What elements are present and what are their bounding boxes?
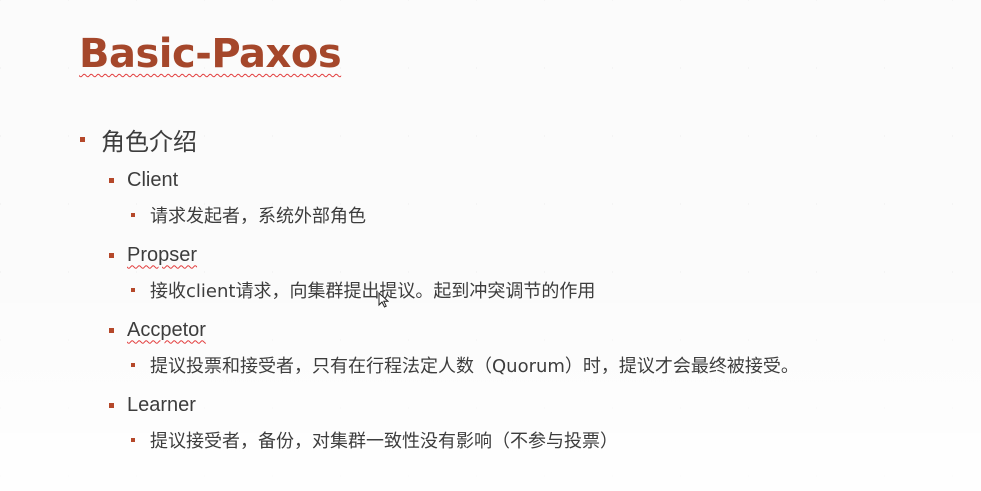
role-desc-learner: 提议接受者，备份，对集群一致性没有影响（不参与投票） [131,427,618,453]
role-desc-text: 提议投票和接受者，只有在行程法定人数（Quorum）时，提议才会最终被接受。 [150,356,799,377]
section-heading-text: 角色介绍 [101,127,197,156]
slide-title: Basic-Paxos [79,31,342,77]
bullet-marker [109,402,114,408]
bullet-marker [109,177,114,183]
role-desc-text: 请求发起者，系统外部角色 [150,206,366,227]
role-desc-text: 接收client请求，向集群提出提议。起到冲突调节的作用 [150,281,596,302]
role-desc-text: 提议接受者，备份，对集群一致性没有影响（不参与投票） [150,431,618,452]
bullet-marker [131,438,135,442]
role-desc-accpetor: 提议投票和接受者，只有在行程法定人数（Quorum）时，提议才会最终被接受。 [131,352,799,378]
role-item-accpetor: Accpetor [109,316,206,344]
role-desc-client: 请求发起者，系统外部角色 [131,202,366,228]
role-name: Accpetor [127,318,206,341]
role-item-learner: Learner [109,391,196,419]
bullet-marker [109,252,114,258]
bullet-marker [131,363,135,367]
mouse-cursor-icon [378,292,389,308]
bullet-marker [131,213,135,217]
role-item-client: Client [109,166,178,194]
role-item-propser: Propser [109,241,197,269]
bullet-marker [109,327,114,333]
bullet-marker [131,288,135,292]
role-name: Client [127,168,179,191]
role-desc-propser: 接收client请求，向集群提出提议。起到冲突调节的作用 [131,277,595,303]
role-name: Learner [127,393,196,416]
slide: Basic-Paxos 角色介绍 Client 请求发起者，系统外部角色 Pro… [0,0,981,491]
section-heading: 角色介绍 [80,122,197,156]
bullet-marker [80,136,85,142]
role-name: Propser [127,243,198,266]
